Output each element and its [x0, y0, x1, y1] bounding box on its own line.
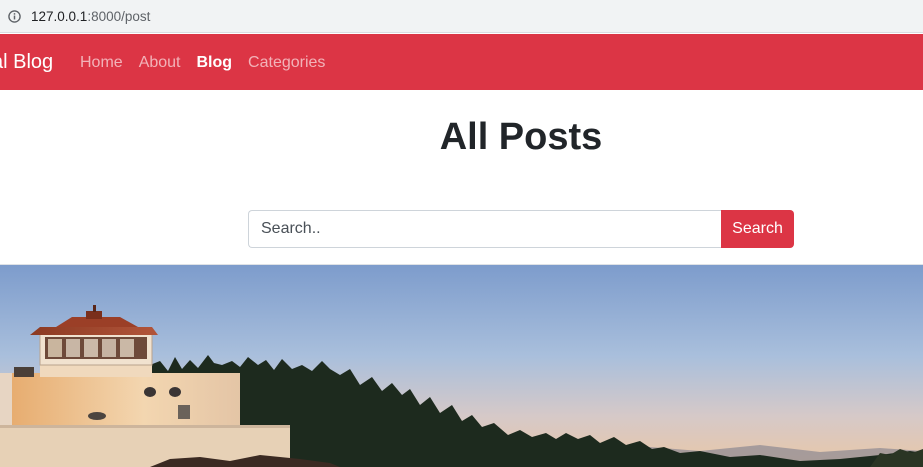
page-title: All Posts [439, 116, 603, 158]
search-form: Search [248, 210, 794, 248]
url-host: 127.0.0.1 [31, 9, 88, 24]
window [102, 339, 116, 357]
search-input[interactable] [248, 210, 721, 248]
fixture [178, 405, 190, 419]
window [66, 339, 80, 357]
fixture [88, 412, 106, 420]
url-path: :8000/post [87, 9, 151, 24]
lighthouse-finial [93, 305, 96, 312]
lighthouse-top [86, 311, 102, 319]
lighthouse-ledge [40, 365, 152, 377]
lighthouse-sunset-photo [0, 265, 923, 467]
lighthouse-base-edge [0, 425, 290, 428]
fixture [169, 387, 181, 397]
lighthouse-vent [14, 367, 34, 377]
window [84, 339, 98, 357]
url-text[interactable]: 127.0.0.1:8000/post [31, 9, 150, 24]
navbar-brand[interactable]: al Blog [0, 51, 53, 74]
hero-image[interactable] [0, 265, 923, 467]
nav-link-about[interactable]: About [139, 54, 181, 72]
fixture [144, 387, 156, 397]
lighthouse-roof [30, 327, 158, 335]
window [120, 339, 134, 357]
nav-link-home[interactable]: Home [80, 54, 123, 72]
navbar: al Blog Home About Blog Categories [0, 34, 923, 90]
search-button[interactable]: Search [721, 210, 794, 248]
nav-link-categories[interactable]: Categories [248, 54, 325, 72]
window [48, 339, 62, 357]
url-bar[interactable]: 127.0.0.1:8000/post [0, 2, 923, 30]
nav-link-blog[interactable]: Blog [197, 54, 233, 72]
browser-address-bar: 127.0.0.1:8000/post [0, 0, 923, 33]
nav-links: Home About Blog Categories [80, 54, 341, 72]
info-icon[interactable] [8, 10, 21, 23]
